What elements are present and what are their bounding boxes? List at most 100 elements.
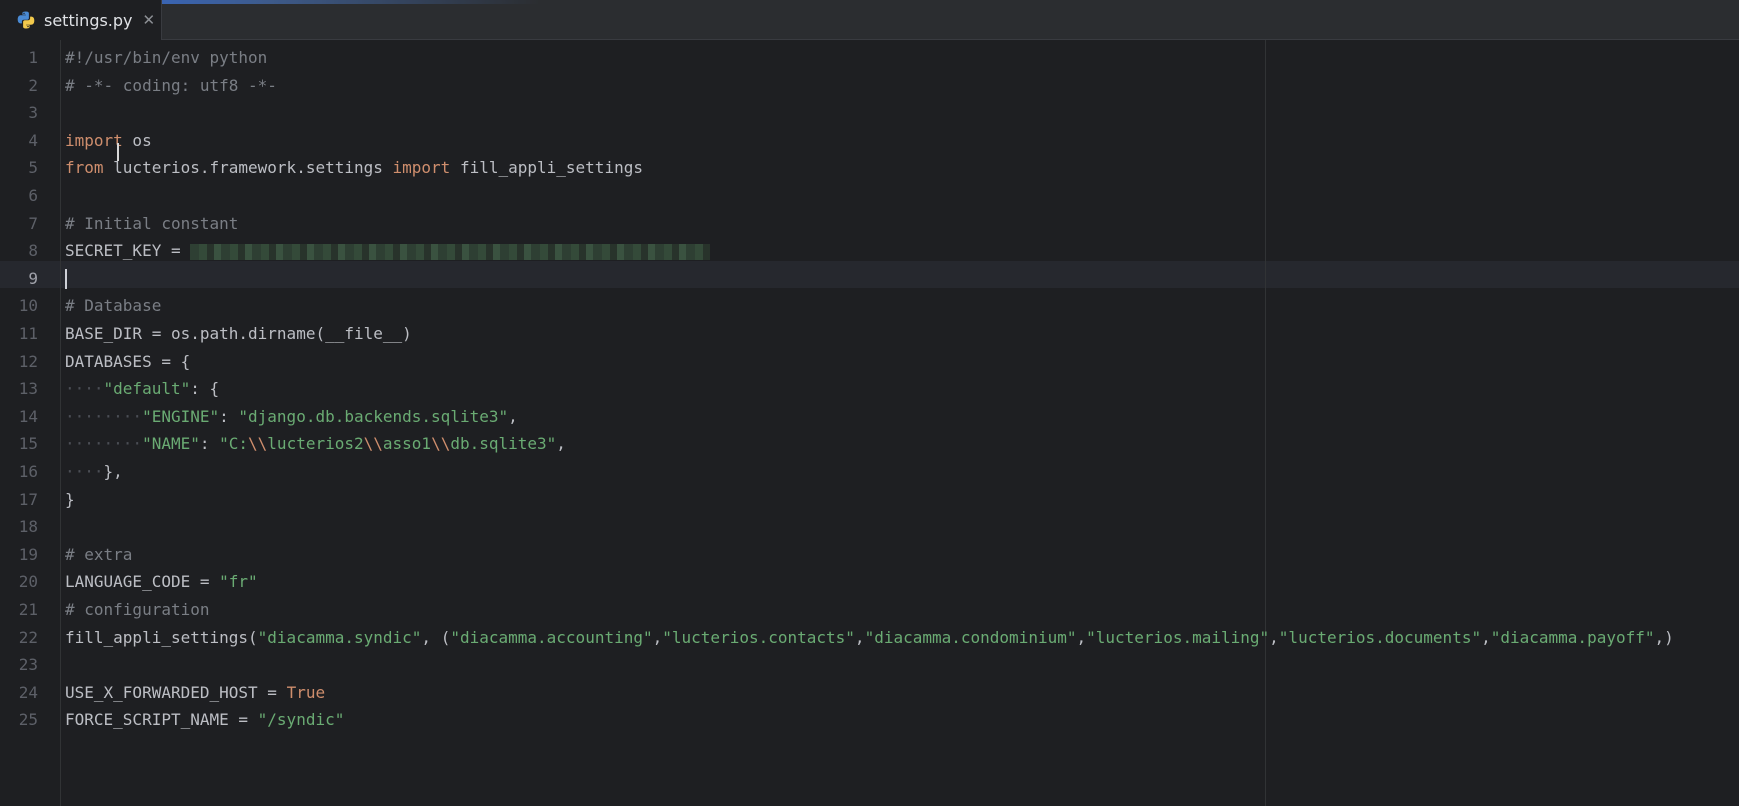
code-token: "default": [103, 379, 191, 399]
code-token: LANGUAGE_CODE =: [65, 572, 220, 592]
code-text: fill_appli_settings("diacamma.syndic", (…: [65, 624, 1674, 651]
code-token: :: [219, 406, 239, 426]
tab-settings-py[interactable]: settings.py ✕: [0, 0, 162, 40]
code-token: # extra: [65, 544, 133, 564]
code-token: ,: [1269, 627, 1279, 647]
code-text: # Database: [65, 292, 161, 319]
code-token: FORCE_SCRIPT_NAME =: [65, 710, 258, 730]
code-token: db.sqlite3": [450, 434, 557, 454]
python-icon: [16, 10, 36, 30]
code-text: ····},: [65, 458, 123, 485]
code-token: ,: [652, 627, 663, 647]
code-text: # configuration: [65, 596, 210, 623]
code-token: },: [103, 462, 123, 481]
text-caret: [65, 269, 67, 290]
code-token: }: [65, 489, 75, 509]
code-token: fill_appli_settings: [450, 158, 643, 178]
code-token: BASE_DIR = os.path.dirname(__file__): [65, 324, 412, 343]
code-token: ,: [1481, 627, 1491, 647]
line-number: 7: [28, 213, 38, 233]
code-text: LANGUAGE_CODE = "fr": [65, 568, 258, 595]
code-token: \\: [431, 434, 451, 454]
code-editor[interactable]: 1 #!/usr/bin/env python 2 # -*- coding: utf…: [0, 40, 1739, 806]
line-number: 22: [18, 627, 38, 647]
code-token: : {: [190, 379, 220, 399]
line-number: 14: [18, 406, 38, 426]
code-text: FORCE_SCRIPT_NAME = "/syndic": [65, 706, 344, 733]
code-token: from: [65, 158, 104, 178]
line-number: 4: [28, 130, 38, 150]
code-token: lucterios2: [267, 434, 364, 454]
code-token: "lucterios.mailing": [1086, 627, 1270, 647]
code-text: import os: [65, 127, 152, 154]
code-text: # -*- coding: utf8 -*-: [65, 72, 277, 99]
line-number: 6: [28, 186, 38, 205]
code-token: ,: [1076, 627, 1087, 647]
line-number: 21: [18, 600, 38, 619]
code-token: "diacamma.condominium": [864, 627, 1077, 647]
code-token: DATABASES = {: [65, 351, 191, 371]
tab-label: settings.py: [44, 10, 133, 30]
code-token: USE_X_FORWARDED_HOST =: [65, 682, 287, 702]
code-token: , (: [421, 627, 451, 647]
code-text: # Initial constant: [65, 210, 238, 237]
code-token: "django.db.backends.sqlite3": [238, 406, 509, 426]
line-number: 20: [18, 572, 38, 592]
code-token: ········: [65, 406, 143, 426]
code-token: "lucterios.documents": [1278, 627, 1482, 647]
code-token: "ENGINE": [142, 406, 220, 426]
code-token: ,: [508, 406, 518, 426]
code-token: "C:: [219, 434, 249, 454]
code-token: "diacamma.payoff": [1490, 627, 1655, 647]
code-token: "diacamma.syndic": [257, 627, 422, 647]
code-text: from lucterios.framework.settings import…: [65, 154, 643, 181]
current-line-highlight: [0, 261, 1739, 288]
line-number: 18: [18, 517, 38, 537]
line-number: 9: [28, 268, 38, 288]
code-token: os: [122, 130, 152, 150]
line-number: 16: [18, 462, 38, 481]
code-token: SECRET_KEY =: [65, 241, 191, 261]
code-token: # Database: [65, 296, 162, 316]
code-token: "lucterios.contacts": [662, 627, 855, 647]
code-token: lucterios.framework.settings: [103, 158, 393, 178]
line-number: 5: [28, 158, 38, 178]
code-token: \\: [363, 434, 383, 454]
line-number: 25: [18, 710, 38, 730]
line-number: 24: [18, 682, 38, 702]
code-token: import: [65, 130, 123, 150]
code-token: # Initial constant: [65, 213, 239, 233]
line-number: 12: [18, 351, 38, 371]
code-token: # configuration: [65, 600, 210, 619]
code-text: ····"default": {: [65, 375, 219, 402]
code-token: ····: [65, 462, 104, 481]
code-token: ,): [1654, 627, 1674, 647]
right-margin-guide: [1265, 40, 1266, 806]
code-token: import: [392, 158, 451, 178]
line-number: 11: [18, 324, 38, 343]
code-token: "NAME": [142, 434, 200, 454]
code-text: USE_X_FORWARDED_HOST = True: [65, 679, 325, 706]
code-token: ,: [556, 434, 566, 454]
close-icon[interactable]: ✕: [143, 11, 156, 29]
code-text: SECRET_KEY =: [65, 237, 711, 264]
code-token: #!/usr/bin/env python: [65, 48, 268, 67]
line-number: 8: [28, 241, 38, 261]
line-number: 19: [18, 544, 38, 564]
line-number: 13: [18, 379, 38, 399]
code-text: BASE_DIR = os.path.dirname(__file__): [65, 320, 412, 347]
line-number: 15: [18, 434, 38, 454]
mouse-ibeam-cursor: [117, 143, 119, 161]
code-text: #!/usr/bin/env python: [65, 44, 267, 71]
line-number: 23: [18, 655, 38, 675]
code-text: DATABASES = {: [65, 348, 190, 375]
code-text: }: [65, 486, 75, 513]
code-text: # extra: [65, 541, 132, 568]
redacted-secret-value: [190, 243, 711, 260]
code-text: ········"NAME": "C:\\lucterios2\\asso1\\…: [65, 430, 566, 457]
code-text: ········"ENGINE": "django.db.backends.sq…: [65, 403, 518, 430]
code-token: ,: [854, 627, 865, 647]
line-number: 10: [18, 296, 38, 316]
code-token: ········: [65, 434, 143, 454]
code-token: "fr": [219, 572, 258, 592]
